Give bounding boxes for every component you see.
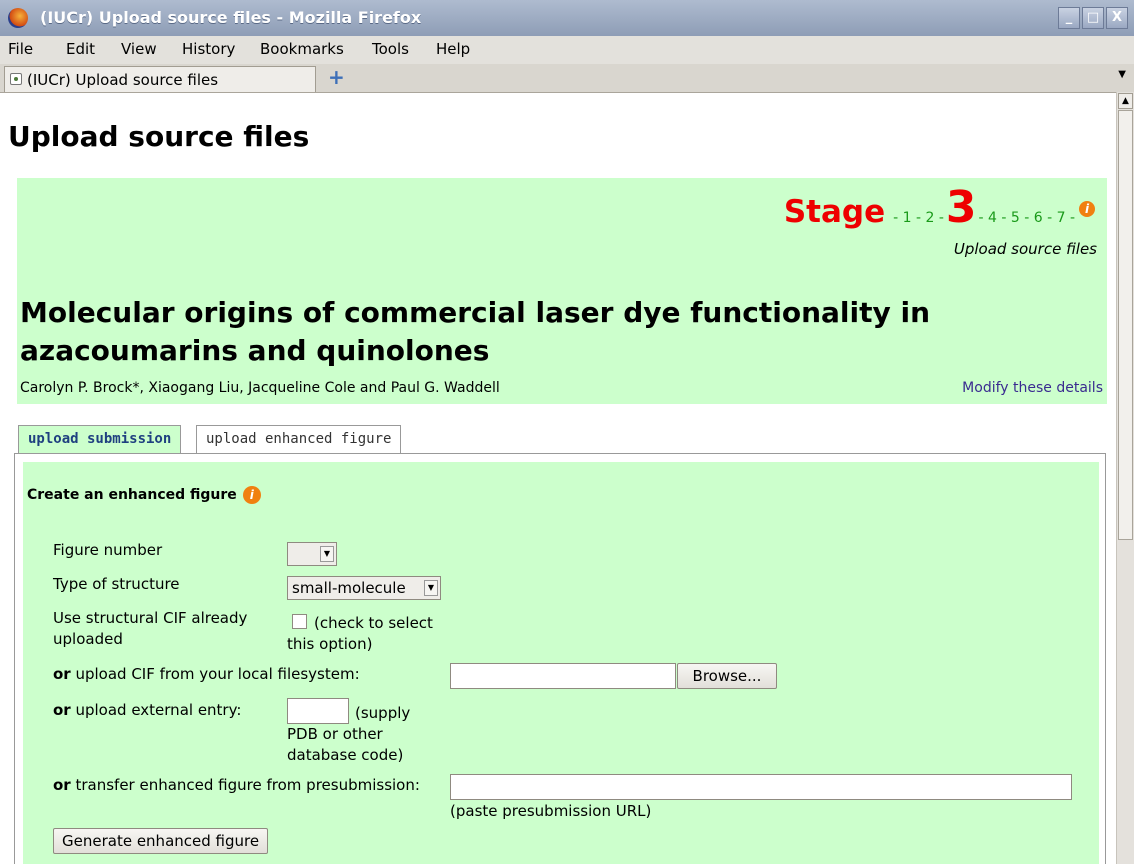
menu-bookmarks[interactable]: Bookmarks <box>260 40 344 58</box>
menu-edit[interactable]: Edit <box>66 40 95 58</box>
stage-subtitle: Upload source files <box>953 240 1097 258</box>
minimize-button[interactable]: _ <box>1058 7 1080 29</box>
transfer-text: transfer enhanced figure from presubmiss… <box>70 776 420 794</box>
transfer-hint: (paste presubmission URL) <box>450 802 652 820</box>
page-title: Upload source files <box>8 120 310 153</box>
chevron-down-icon: ▼ <box>320 546 334 562</box>
stage-info-icon[interactable]: i <box>1079 201 1095 217</box>
stage-steps-after: - 4 - 5 - 6 - 7 - <box>978 210 1076 226</box>
figure-number-select[interactable]: ▼ <box>287 542 337 566</box>
menu-file[interactable]: File <box>8 40 33 58</box>
article-title: Molecular origins of commercial laser dy… <box>20 296 931 367</box>
or-label: or <box>53 701 71 719</box>
firefox-icon <box>8 8 28 28</box>
enhanced-figure-panel: Create an enhanced figure i Figure numbe… <box>14 453 1106 864</box>
close-button[interactable]: X <box>1106 7 1128 29</box>
page-favicon-icon <box>10 73 22 85</box>
use-cif-hint: (check to select this option) <box>287 614 433 653</box>
vertical-scrollbar[interactable]: ▲ <box>1116 92 1134 864</box>
transfer-label: or transfer enhanced figure from presubm… <box>53 775 420 796</box>
generate-enhanced-figure-button[interactable]: Generate enhanced figure <box>53 828 269 854</box>
tab-upload-submission[interactable]: upload submission <box>18 425 182 453</box>
browser-tab-active[interactable]: (IUCr) Upload source files <box>4 66 316 92</box>
menu-help[interactable]: Help <box>436 40 470 58</box>
cif-file-input[interactable] <box>450 663 676 689</box>
menu-tools[interactable]: Tools <box>372 40 409 58</box>
upload-cif-label: or upload CIF from your local filesystem… <box>53 664 360 685</box>
browser-tab-label: (IUCr) Upload source files <box>27 71 219 89</box>
scroll-up-arrow-icon[interactable]: ▲ <box>1118 93 1133 109</box>
new-tab-icon[interactable]: + <box>328 65 345 89</box>
tab-bar: (IUCr) Upload source files + ▼ <box>0 64 1134 93</box>
presubmission-url-input[interactable] <box>450 774 1072 800</box>
enhanced-figure-form: Create an enhanced figure i Figure numbe… <box>23 462 1099 864</box>
structure-type-select[interactable]: small-molecule ▼ <box>287 576 441 600</box>
maximize-button[interactable]: □ <box>1082 7 1104 29</box>
menu-view[interactable]: View <box>121 40 157 58</box>
or-label: or <box>53 665 71 683</box>
external-entry-hint: (supply PDB or other database code) <box>287 704 411 764</box>
or-label: or <box>53 776 71 794</box>
tab-upload-enhanced-figure[interactable]: upload enhanced figure <box>196 425 402 453</box>
article-authors: Carolyn P. Brock*, Xiaogang Liu, Jacquel… <box>20 380 500 396</box>
stage-steps-before: - 1 - 2 - <box>893 210 944 226</box>
form-heading: Create an enhanced figure i <box>27 486 261 504</box>
external-entry-text: upload external entry: <box>70 701 242 719</box>
window-title: (IUCr) Upload source files - Mozilla Fir… <box>40 8 422 27</box>
figure-number-label: Figure number <box>53 541 163 559</box>
form-info-icon[interactable]: i <box>242 486 261 504</box>
upload-cif-text: upload CIF from your local filesystem: <box>70 665 360 683</box>
stage-current: 3 <box>945 182 977 233</box>
structure-type-label: Type of structure <box>53 575 180 593</box>
modify-details-link[interactable]: Modify these details <box>962 380 1103 396</box>
tab-list-chevron-icon[interactable]: ▼ <box>1118 69 1126 80</box>
page-content: Upload source files Stage - 1 - 2 - 3 - … <box>0 92 1116 864</box>
scrollbar-thumb[interactable] <box>1118 110 1133 540</box>
menu-bar: File Edit View History Bookmarks Tools H… <box>0 36 1134 65</box>
window-title-bar: (IUCr) Upload source files - Mozilla Fir… <box>0 0 1134 36</box>
window-controls: _ □ X <box>1058 7 1128 29</box>
stage-label: Stage <box>783 194 886 230</box>
stage-indicator: Stage - 1 - 2 - 3 - 4 - 5 - 6 - 7 - i <box>783 182 1095 233</box>
structure-type-value: small-molecule <box>292 579 406 597</box>
chevron-down-icon: ▼ <box>424 580 438 596</box>
use-cif-label: Use structural CIF already uploaded <box>53 609 248 648</box>
menu-history[interactable]: History <box>182 40 235 58</box>
browse-button[interactable]: Browse... <box>677 663 777 689</box>
article-banner: Stage - 1 - 2 - 3 - 4 - 5 - 6 - 7 - i Up… <box>17 178 1107 404</box>
external-entry-label: or upload external entry: <box>53 700 241 721</box>
form-heading-text: Create an enhanced figure <box>27 487 237 503</box>
